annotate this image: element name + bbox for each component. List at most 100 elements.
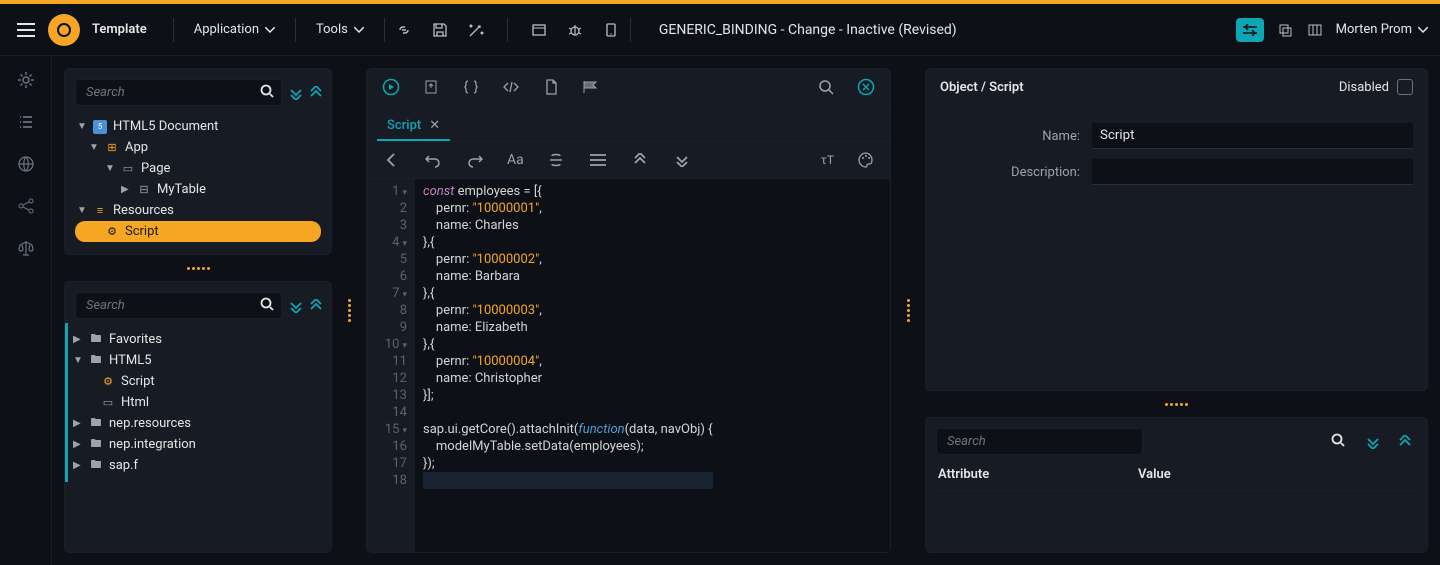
column-attribute: Attribute — [938, 467, 1138, 482]
vertical-splitter[interactable] — [344, 68, 354, 553]
tree-node-nep-resources[interactable]: ▶🖿nep.resources — [71, 413, 321, 434]
application-dropdown[interactable]: Application — [184, 16, 285, 43]
user-dropdown[interactable]: Morten Prom — [1336, 22, 1428, 37]
script-icon: ⚙ — [101, 375, 115, 389]
menu-icon[interactable] — [588, 150, 608, 170]
project-search-input[interactable] — [75, 79, 282, 106]
folder-icon: 🖿 — [89, 417, 103, 431]
collapse-all-button[interactable] — [310, 294, 322, 318]
magic-icon[interactable] — [467, 21, 485, 39]
redo-icon[interactable] — [465, 150, 485, 170]
tree-node-html5-script[interactable]: ▶⚙Script — [71, 371, 321, 392]
scales-icon[interactable] — [16, 238, 36, 258]
library-search-input[interactable] — [75, 292, 282, 319]
html-icon: ▭ — [101, 396, 115, 410]
globe-icon[interactable] — [16, 154, 36, 174]
strikethrough-icon[interactable] — [546, 150, 566, 170]
tree-node-sap-f[interactable]: ▶🖿sap.f — [71, 455, 321, 476]
tree-node-mytable[interactable]: ▶⊟MyTable — [75, 179, 321, 200]
application-label: Application — [194, 22, 259, 37]
attribute-search-input[interactable] — [936, 428, 1143, 455]
collapse-icon[interactable] — [630, 150, 650, 170]
copy-icon[interactable] — [1276, 21, 1294, 39]
description-input[interactable] — [1092, 159, 1413, 185]
tree-node-nep-integration[interactable]: ▶🖿nep.integration — [71, 434, 321, 455]
panel-title: Object / Script — [940, 80, 1024, 95]
close-circle-icon[interactable] — [856, 77, 876, 97]
window-icon[interactable] — [530, 21, 548, 39]
tree-node-app[interactable]: ▼⊞App — [75, 137, 321, 158]
close-icon[interactable]: ✕ — [429, 118, 440, 133]
document-icon[interactable] — [541, 77, 561, 97]
attributes-panel: Attribute Value — [925, 417, 1428, 553]
code-editor[interactable]: 1▾234▾567▾8910▾1112131415▾161718 const e… — [367, 179, 890, 552]
folder-icon: 🖿 — [89, 459, 103, 473]
code-editor-panel: Script ✕ Aa τT — [366, 68, 891, 553]
expand-all-button[interactable] — [1361, 430, 1385, 454]
description-field-label: Description: — [940, 165, 1080, 180]
folder-icon: 🖿 — [89, 354, 103, 368]
column-value: Value — [1138, 467, 1415, 482]
list-icon[interactable] — [16, 112, 36, 132]
tree-node-document[interactable]: ▼5HTML5 Document — [75, 116, 321, 137]
expand-all-button[interactable] — [290, 81, 302, 105]
share-icon[interactable] — [16, 196, 36, 216]
expand-icon[interactable] — [672, 150, 692, 170]
collapse-all-button[interactable] — [310, 81, 322, 105]
search-icon[interactable] — [816, 77, 836, 97]
link-icon[interactable] — [395, 21, 413, 39]
code-icon[interactable] — [501, 77, 521, 97]
search-icon — [1331, 433, 1345, 447]
flag-icon[interactable] — [581, 77, 601, 97]
export-icon[interactable] — [421, 77, 441, 97]
save-icon[interactable] — [431, 21, 449, 39]
braces-icon[interactable] — [461, 77, 481, 97]
tools-dropdown[interactable]: Tools — [306, 16, 374, 43]
font-icon[interactable]: Aa — [507, 150, 524, 170]
document-icon: 5 — [93, 120, 107, 134]
vertical-splitter[interactable] — [903, 68, 913, 553]
tree-node-html5-html[interactable]: ▶▭Html — [71, 392, 321, 413]
tree-node-script[interactable]: ▶⚙Script — [75, 221, 321, 242]
gear-icon[interactable] — [16, 70, 36, 90]
editor-tab-script[interactable]: Script ✕ — [377, 112, 450, 141]
tablet-icon[interactable] — [602, 21, 620, 39]
object-properties-panel: Object / Script Disabled Name: Descripti… — [925, 68, 1428, 391]
breadcrumb-title: GENERIC_BINDING - Change - Inactive (Rev… — [659, 22, 957, 38]
tab-label: Script — [387, 118, 421, 133]
undo-icon[interactable] — [423, 150, 443, 170]
resources-icon: ≡ — [93, 204, 107, 218]
tree-node-html5[interactable]: ▼🖿HTML5 — [71, 350, 321, 371]
tools-label: Tools — [316, 22, 348, 37]
tree-node-favorites[interactable]: ▶🖿Favorites — [71, 329, 321, 350]
tree-node-resources[interactable]: ▼≡Resources — [75, 200, 321, 221]
text-size-icon[interactable]: τT — [821, 150, 834, 170]
folder-icon: 🖿 — [89, 438, 103, 452]
activity-bar — [0, 56, 52, 565]
panels-icon[interactable] — [1306, 21, 1324, 39]
horizontal-splitter[interactable] — [64, 263, 332, 273]
disabled-label: Disabled — [1339, 80, 1389, 95]
library-tree-panel: ▶🖿Favorites ▼🖿HTML5 ▶⚙Script ▶▭Html ▶🖿ne… — [64, 281, 332, 553]
page-icon: ▭ — [121, 162, 135, 176]
hamburger-menu[interactable] — [12, 16, 40, 44]
bug-icon[interactable] — [566, 21, 584, 39]
collapse-all-button[interactable] — [1393, 430, 1417, 454]
name-input[interactable] — [1092, 123, 1413, 149]
back-icon[interactable] — [381, 150, 401, 170]
layout-toggle-button[interactable] — [1236, 18, 1264, 42]
user-name: Morten Prom — [1336, 22, 1412, 37]
app-header: Template Application Tools GENERIC_BINDI… — [0, 4, 1440, 56]
chevron-down-icon — [354, 27, 364, 33]
table-icon: ⊟ — [137, 183, 151, 197]
folder-icon: 🖿 — [89, 333, 103, 347]
horizontal-splitter[interactable] — [925, 399, 1428, 409]
expand-all-button[interactable] — [290, 294, 302, 318]
template-label: Template — [92, 22, 147, 37]
tree-node-page[interactable]: ▼▭Page — [75, 158, 321, 179]
palette-icon[interactable] — [856, 150, 876, 170]
app-icon: ⊞ — [105, 141, 119, 155]
run-icon[interactable] — [381, 77, 401, 97]
attribute-table-header: Attribute Value — [932, 459, 1421, 491]
disabled-checkbox[interactable] — [1397, 79, 1413, 95]
